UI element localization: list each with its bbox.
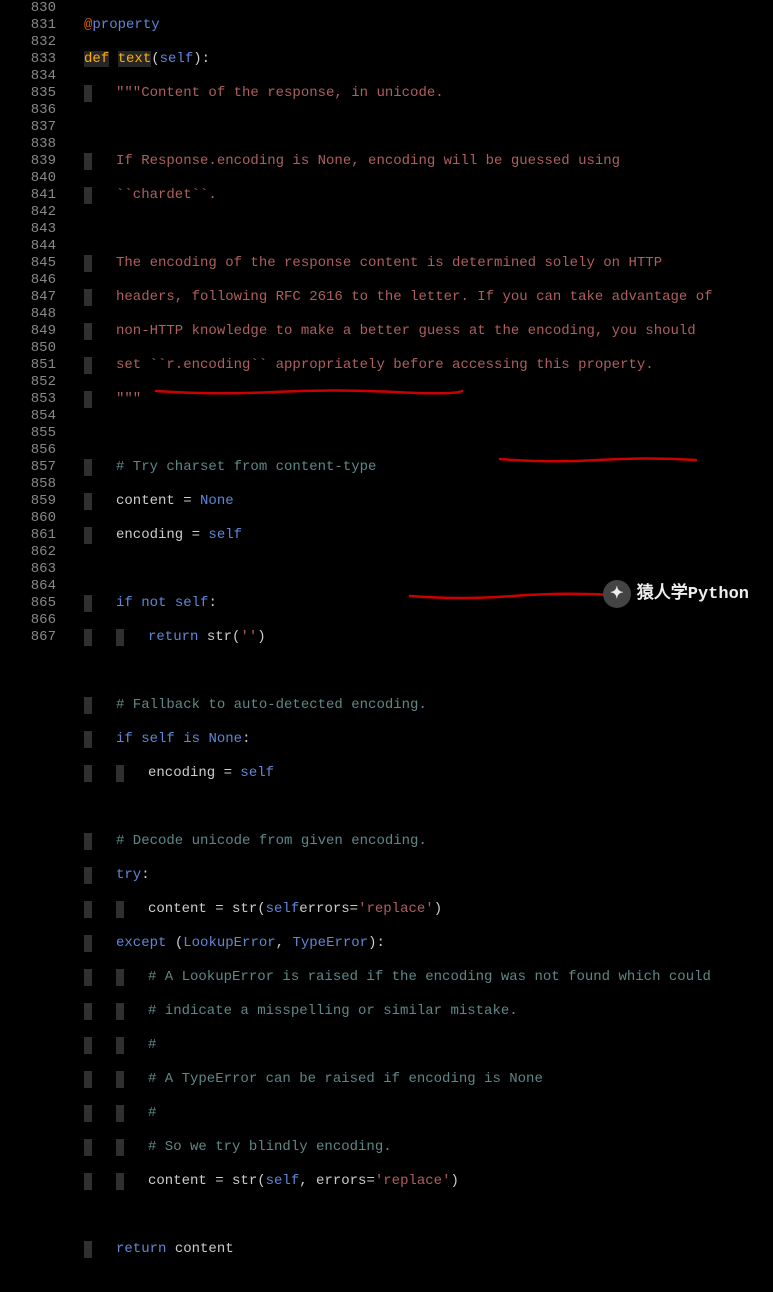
line-number: 856 [0,442,56,459]
comment: # indicate a misspelling or similar mist… [148,1003,518,1019]
return-value: content [175,1241,234,1257]
self-ref: self [266,1173,300,1189]
equals: = [366,1173,374,1189]
line-number: 861 [0,527,56,544]
equals: = [350,901,358,917]
line-number: 842 [0,204,56,221]
line-number: 851 [0,357,56,374]
line-number: 833 [0,51,56,68]
param-self: self [160,51,194,67]
code-area[interactable]: @property def text(self): """Content of … [68,0,713,646]
line-number: 850 [0,340,56,357]
line-number: 852 [0,374,56,391]
watermark-text: 猿人学Python [637,586,749,603]
call-str: str [207,629,232,645]
comment: # [148,1105,156,1121]
watermark: ✦ 猿人学Python [603,580,749,608]
line-gutter: 8308318328338348358368378388398408418428… [0,0,68,646]
keyword-if: if [116,731,133,747]
exc-lookup: LookupError [183,935,275,951]
line-number: 841 [0,187,56,204]
comment: # Fallback to auto-detected encoding. [116,697,427,713]
comment: # A LookupError is raised if the encodin… [148,969,711,985]
line-number: 844 [0,238,56,255]
line-number: 854 [0,408,56,425]
stmt: content = str( [148,1173,266,1189]
docstring-line: ``chardet``. [116,187,217,203]
line-number: 862 [0,544,56,561]
self-ref: self [208,527,242,543]
stmt: encoding = [148,765,240,781]
keyword-if: if [116,595,133,611]
line-number: 830 [0,0,56,17]
wechat-icon: ✦ [603,580,631,608]
string-empty: '' [240,629,257,645]
line-number: 832 [0,34,56,51]
stmt: encoding = [116,527,208,543]
docstring-line: The encoding of the response content is … [116,255,662,271]
line-number: 857 [0,459,56,476]
keyword-is: is [183,731,200,747]
line-number: 843 [0,221,56,238]
comment: # So we try blindly encoding. [148,1139,392,1155]
self-ref: self [175,595,209,611]
docstring-line: set ``r.encoding`` appropriately before … [116,357,654,373]
kwarg-errors: errors [299,901,349,917]
line-number: 834 [0,68,56,85]
line-number: 867 [0,629,56,646]
keyword-try: try [116,867,141,883]
stmt: content = [116,493,200,509]
line-number: 858 [0,476,56,493]
self-ref: self [266,901,300,917]
line-number: 849 [0,323,56,340]
kwarg-errors: errors [316,1173,366,1189]
self-ref: self [141,731,175,747]
docstring-line: If Response.encoding is None, encoding w… [116,153,620,169]
keyword-none: None [200,493,234,509]
docstring-close: """ [116,391,141,407]
line-number: 865 [0,595,56,612]
line-number: 831 [0,17,56,34]
line-number: 847 [0,289,56,306]
line-number: 835 [0,85,56,102]
line-number: 859 [0,493,56,510]
line-number: 845 [0,255,56,272]
keyword-none: None [208,731,242,747]
comment: # [148,1037,156,1053]
string-replace: 'replace' [358,901,434,917]
func-name: text [118,51,152,67]
keyword-except: except [116,935,166,951]
docstring-line: headers, following RFC 2616 to the lette… [116,289,713,305]
line-number: 848 [0,306,56,323]
line-number: 864 [0,578,56,595]
comment: # Try charset from content-type [116,459,376,475]
line-number: 846 [0,272,56,289]
line-number: 838 [0,136,56,153]
line-number: 839 [0,153,56,170]
comment: # Decode unicode from given encoding. [116,833,427,849]
decorator-name: property [92,17,159,33]
docstring-line: """Content of the response, in unicode. [116,85,444,101]
line-number: 860 [0,510,56,527]
code-editor[interactable]: 8308318328338348358368378388398408418428… [0,0,773,646]
exc-type: TypeError [292,935,368,951]
line-number: 866 [0,612,56,629]
self-ref: self [240,765,274,781]
comment: # A TypeError can be raised if encoding … [148,1071,543,1087]
keyword-return: return [116,1241,175,1257]
docstring-line: non-HTTP knowledge to make a better gues… [116,323,696,339]
line-number: 840 [0,170,56,187]
keyword-not: not [141,595,166,611]
line-number: 837 [0,119,56,136]
line-number: 853 [0,391,56,408]
line-number: 855 [0,425,56,442]
keyword-return: return [148,629,198,645]
line-number: 836 [0,102,56,119]
line-number: 863 [0,561,56,578]
stmt: content = str( [148,901,266,917]
string-replace: 'replace' [375,1173,451,1189]
keyword-def: def [84,51,109,67]
